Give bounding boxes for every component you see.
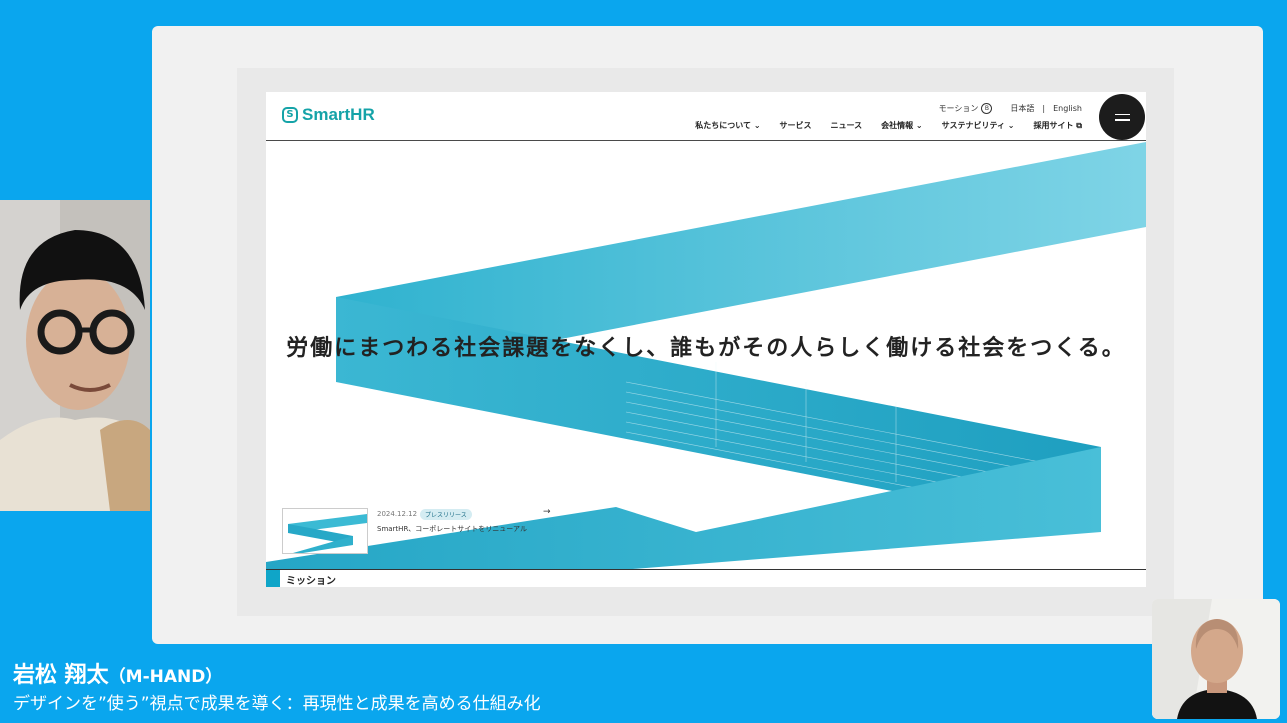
motion-toggle-label[interactable]: モーション xyxy=(939,103,979,114)
news-thumbnail-image xyxy=(288,514,367,553)
lang-ja-link[interactable]: 日本語 xyxy=(1010,103,1034,114)
logo-text: SmartHR xyxy=(302,105,375,124)
lang-separator: | xyxy=(1042,104,1046,113)
nav-item-sustainability[interactable]: サステナビリティ ⌄ xyxy=(942,120,1015,131)
smarthr-logo[interactable]: S SmartHR xyxy=(282,105,375,125)
section-header-mission: ミッション xyxy=(266,569,1146,587)
speaker-organization: （M-HAND） xyxy=(108,667,223,687)
host-video-image xyxy=(1152,599,1280,719)
global-nav: 私たちについて ⌄ サービス ニュース 会社情報 ⌄ サステナビリティ ⌄ 採用… xyxy=(695,120,1082,131)
nav-item-news[interactable]: ニュース xyxy=(831,120,863,131)
news-item[interactable]: 2024.12.12 プレスリリース → SmartHR、コーポレートサイトをリ… xyxy=(282,507,572,554)
speaker-video-image xyxy=(0,200,150,511)
talk-title-caption: デザインを”使う”視点で成果を導く：再現性と成果を高める仕組み化 xyxy=(13,694,541,714)
utility-nav: モーション B 日本語 | English xyxy=(939,103,1082,114)
hamburger-icon-line xyxy=(1114,119,1130,121)
hamburger-icon xyxy=(1114,113,1130,115)
lang-en-link[interactable]: English xyxy=(1053,104,1082,113)
news-category-badge: プレスリリース xyxy=(420,509,472,520)
news-thumbnail[interactable] xyxy=(282,508,368,554)
speaker-name-caption: 岩松 翔太（M-HAND） xyxy=(13,657,222,689)
host-camera-feed xyxy=(1152,599,1280,719)
speaker-name: 岩松 翔太 xyxy=(13,663,109,688)
nav-item-service[interactable]: サービス xyxy=(780,120,812,131)
hamburger-menu-button[interactable] xyxy=(1099,94,1145,140)
smarthr-logo-icon: S xyxy=(282,107,298,123)
speaker-camera-feed xyxy=(0,200,150,511)
site-header: S SmartHR モーション B 日本語 | English 私たちについて … xyxy=(266,92,1146,141)
section-accent xyxy=(266,570,280,587)
news-title[interactable]: SmartHR、コーポレートサイトをリニューアル xyxy=(377,524,527,534)
news-date: 2024.12.12 xyxy=(377,510,418,518)
nav-item-recruit[interactable]: 採用サイト ⧉ xyxy=(1034,120,1083,131)
motion-toggle-icon[interactable]: B xyxy=(981,103,993,114)
smarthr-website: S SmartHR モーション B 日本語 | English 私たちについて … xyxy=(266,92,1146,587)
nav-item-company[interactable]: 会社情報 ⌄ xyxy=(881,120,923,131)
hero-mission-statement: 労働にまつわる社会課題をなくし、誰もがその人らしく働ける社会をつくる。 xyxy=(286,336,1126,361)
nav-item-about[interactable]: 私たちについて ⌄ xyxy=(695,120,760,131)
arrow-right-icon[interactable]: → xyxy=(543,507,551,517)
section-label: ミッション xyxy=(286,576,336,587)
